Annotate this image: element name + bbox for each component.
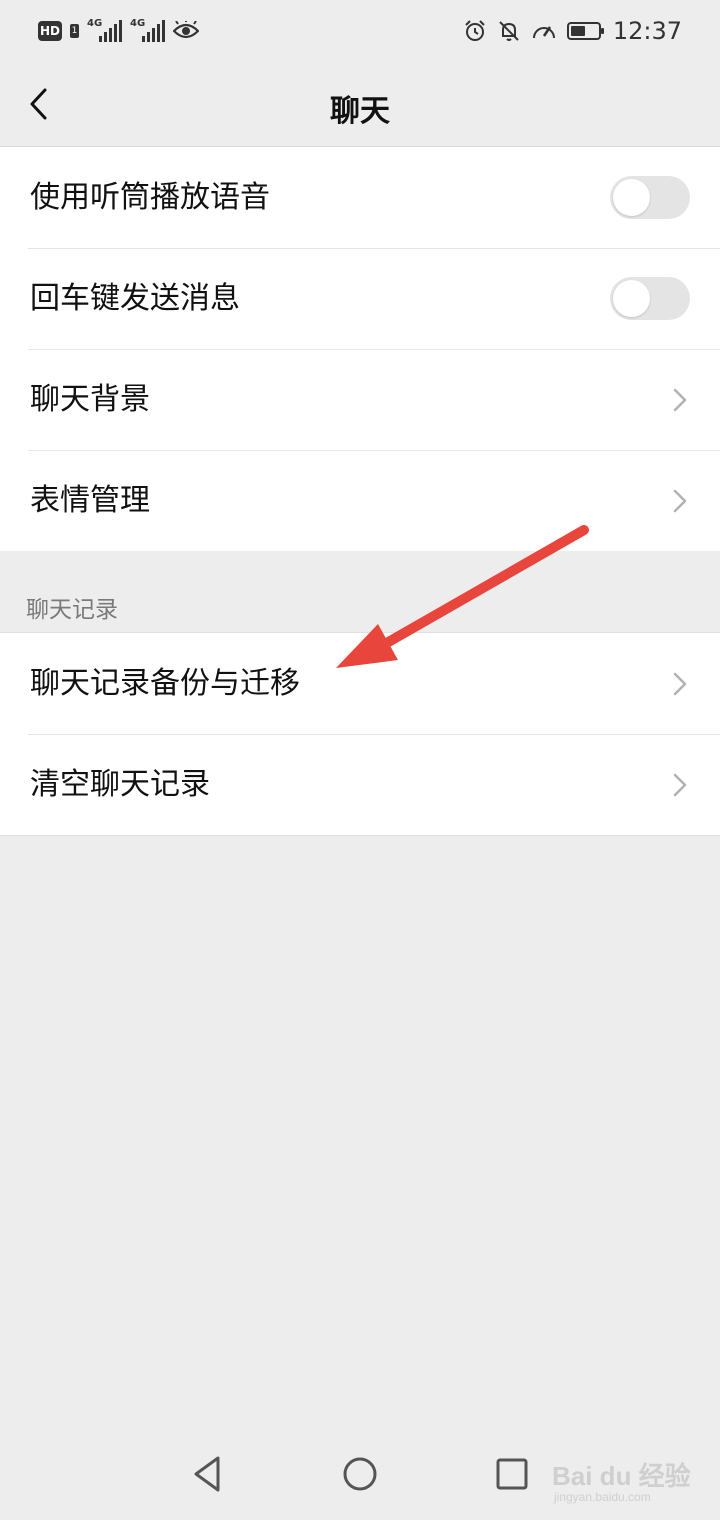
page-title: 聊天	[330, 94, 390, 129]
watermark-url: jingyan.baidu.com	[554, 1490, 651, 1504]
setting-label: 回车键发送消息	[30, 281, 240, 316]
network-type-label: 4G	[130, 18, 146, 29]
setting-label: 聊天背景	[30, 382, 150, 417]
signal-icon: 4G	[130, 18, 165, 42]
battery-icon	[566, 22, 604, 40]
eye-icon	[173, 21, 199, 39]
status-right: 12:37	[463, 14, 682, 48]
section-header-chat-history: 聊天记录	[26, 597, 118, 623]
setting-row-earpiece[interactable]: 使用听筒播放语音	[0, 147, 720, 248]
status-left: HD 1 4G 4G	[38, 16, 199, 46]
sim-number: 1	[70, 24, 79, 38]
setting-row-clear-history[interactable]: 清空聊天记录	[0, 734, 720, 835]
hd-icon: HD	[38, 21, 62, 41]
signal-icon: 4G	[87, 18, 122, 42]
setting-label: 聊天记录备份与迁移	[30, 666, 300, 701]
earpiece-toggle[interactable]	[610, 176, 690, 219]
toggle-knob	[613, 179, 650, 216]
mute-bell-icon	[499, 21, 519, 41]
nav-bar: 聊天	[0, 62, 720, 147]
speed-icon	[532, 26, 555, 39]
chevron-right-icon	[673, 773, 687, 797]
enter-send-toggle[interactable]	[610, 277, 690, 320]
home-circle-icon[interactable]	[340, 1454, 380, 1494]
setting-label: 使用听筒播放语音	[30, 180, 270, 215]
setting-label: 清空聊天记录	[30, 767, 210, 802]
chevron-right-icon	[673, 672, 687, 696]
baidu-watermark: Bai du 经验 jingyan.baidu.com	[552, 1446, 692, 1506]
chevron-right-icon	[673, 489, 687, 513]
arrow-icon	[336, 525, 589, 668]
setting-label: 表情管理	[30, 483, 150, 518]
chevron-right-icon	[673, 388, 687, 412]
back-triangle-icon[interactable]	[188, 1454, 228, 1494]
recents-square-icon[interactable]	[492, 1454, 532, 1494]
watermark-text: Bai du 经验	[552, 1461, 691, 1491]
setting-row-chat-background[interactable]: 聊天背景	[0, 349, 720, 450]
settings-group: 使用听筒播放语音 回车键发送消息 聊天背景 表情管理	[0, 147, 720, 551]
status-time: 12:37	[612, 17, 682, 45]
alarm-icon	[465, 20, 485, 41]
setting-row-enter-send[interactable]: 回车键发送消息	[0, 248, 720, 349]
network-type-label: 4G	[87, 18, 103, 29]
toggle-knob	[613, 280, 650, 317]
status-bar: HD 1 4G 4G 12:37	[0, 0, 720, 62]
